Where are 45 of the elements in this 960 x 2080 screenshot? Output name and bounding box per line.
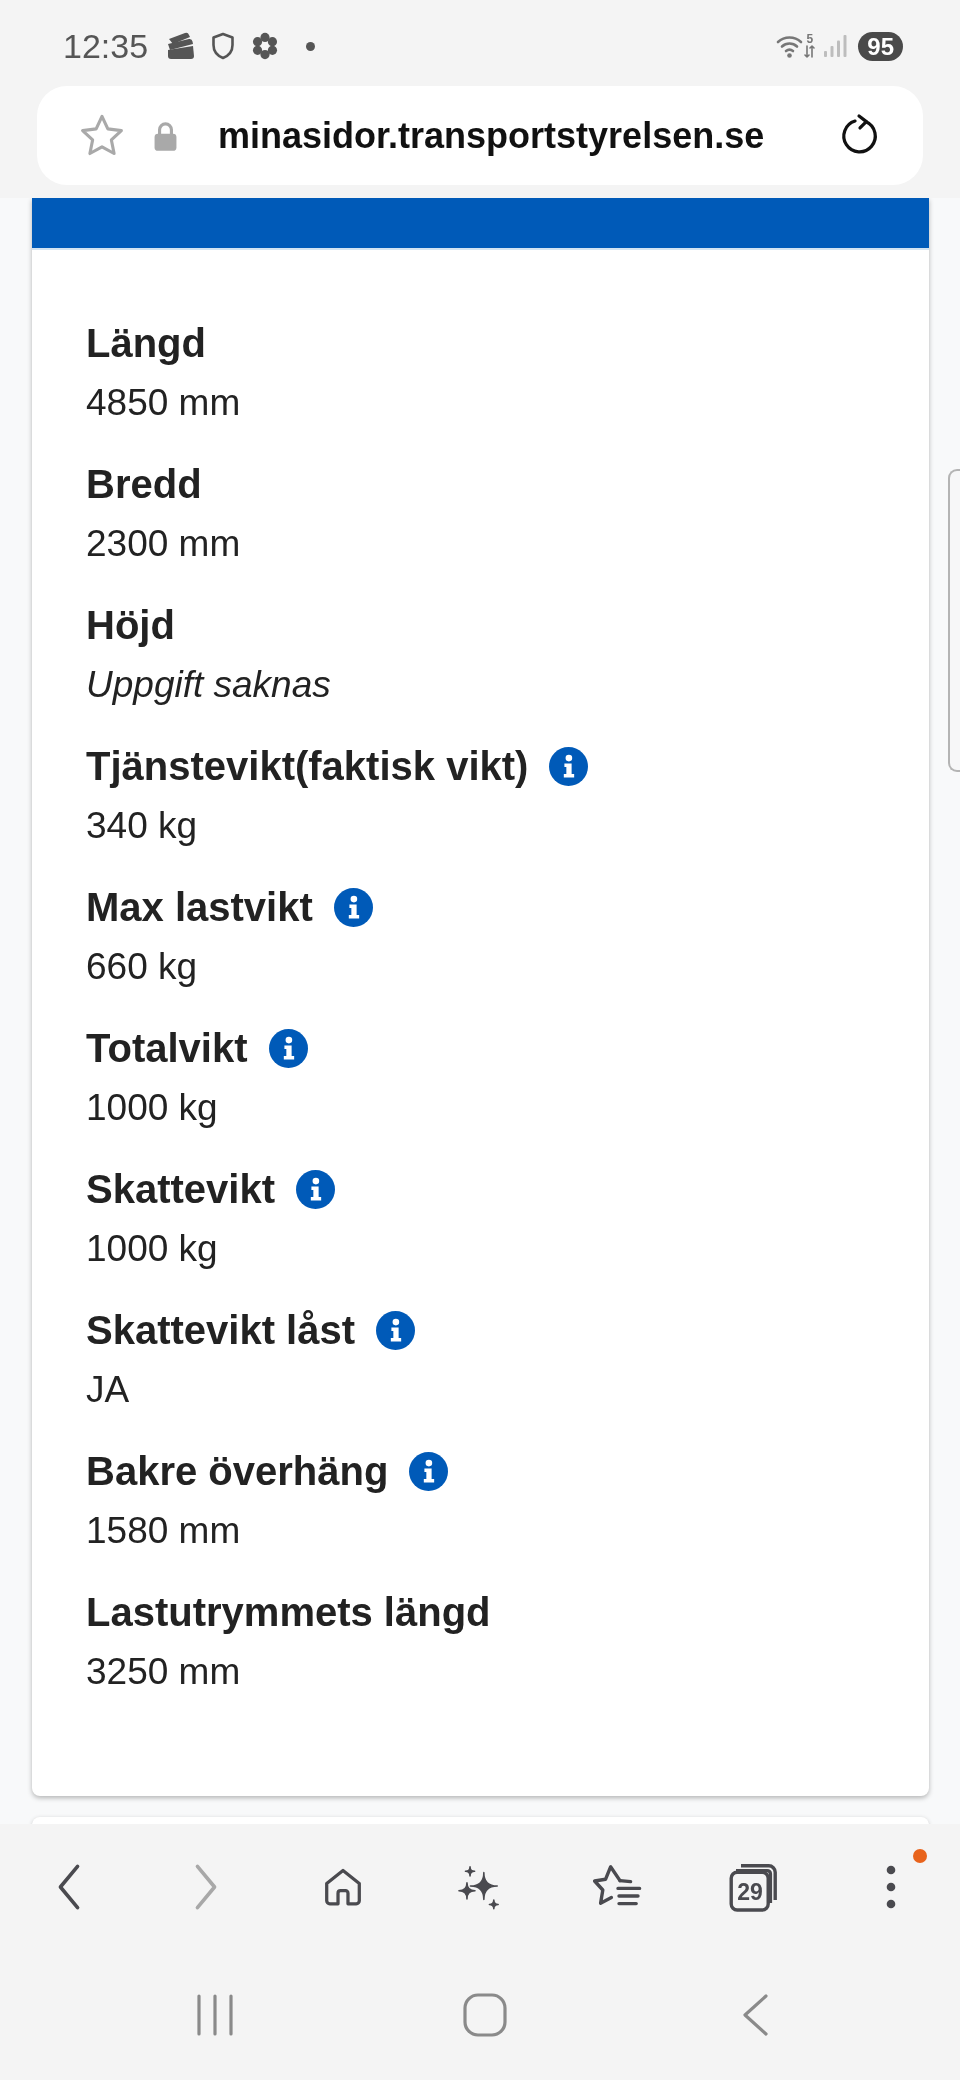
recents-icon bbox=[196, 1994, 234, 2036]
tabs-button[interactable]: 29 bbox=[728, 1861, 781, 1913]
url-text: minasidor.transportstyrelsen.se bbox=[218, 113, 765, 158]
field-value: 340 kg bbox=[86, 804, 199, 848]
tab-count: 29 bbox=[737, 1880, 763, 1903]
dot-icon bbox=[306, 41, 316, 51]
scroll-handle[interactable] bbox=[948, 469, 960, 772]
address-bar[interactable]: minasidor.transportstyrelsen.se bbox=[37, 86, 923, 185]
info-icon[interactable] bbox=[268, 1029, 308, 1068]
field-value: 660 kg bbox=[86, 945, 199, 989]
field-value: 4850 mm bbox=[86, 381, 242, 425]
field-value: 1000 kg bbox=[86, 1086, 219, 1130]
field-label: Längd bbox=[86, 320, 206, 367]
lock-icon bbox=[153, 119, 178, 152]
field-label: Max lastvikt bbox=[86, 884, 313, 931]
info-icon[interactable] bbox=[409, 1452, 449, 1491]
field-value: 1580 mm bbox=[86, 1509, 242, 1553]
network-type-label: 5 bbox=[806, 33, 814, 45]
field-label: Tjänstevikt(faktisk vikt) bbox=[86, 743, 529, 790]
info-icon[interactable] bbox=[549, 747, 589, 786]
field-label: Skattevikt låst bbox=[86, 1307, 356, 1354]
wifi-icon bbox=[776, 33, 804, 59]
field-value: JA bbox=[86, 1368, 131, 1412]
battery-indicator: 95 bbox=[858, 31, 903, 61]
transfer-arrows-icon bbox=[804, 45, 816, 58]
field-value: 3250 mm bbox=[86, 1650, 242, 1694]
missing-value-text: Uppgift saknas bbox=[86, 663, 332, 707]
rounded-square-icon bbox=[463, 1993, 507, 2037]
flower-icon bbox=[251, 32, 280, 60]
field-value: 2300 mm bbox=[86, 522, 242, 566]
field-label: Bakre överhäng bbox=[86, 1448, 389, 1495]
info-icon[interactable] bbox=[296, 1170, 335, 1209]
field-label: Bredd bbox=[86, 461, 202, 508]
field-label: Totalvikt bbox=[86, 1025, 248, 1072]
info-icon[interactable] bbox=[333, 888, 373, 927]
more-icon bbox=[886, 1865, 897, 1909]
info-icon[interactable] bbox=[376, 1311, 416, 1350]
field-label: Skattevikt bbox=[86, 1166, 275, 1213]
field-label: Höjd bbox=[86, 602, 175, 649]
signal-icon bbox=[823, 34, 848, 58]
chevron-left-icon bbox=[741, 1994, 769, 2036]
field-label: Lastutrymmets längd bbox=[86, 1589, 491, 1636]
field-value: 1000 kg bbox=[86, 1227, 219, 1271]
shield-icon bbox=[211, 32, 236, 60]
status-time: 12:35 bbox=[63, 29, 149, 63]
